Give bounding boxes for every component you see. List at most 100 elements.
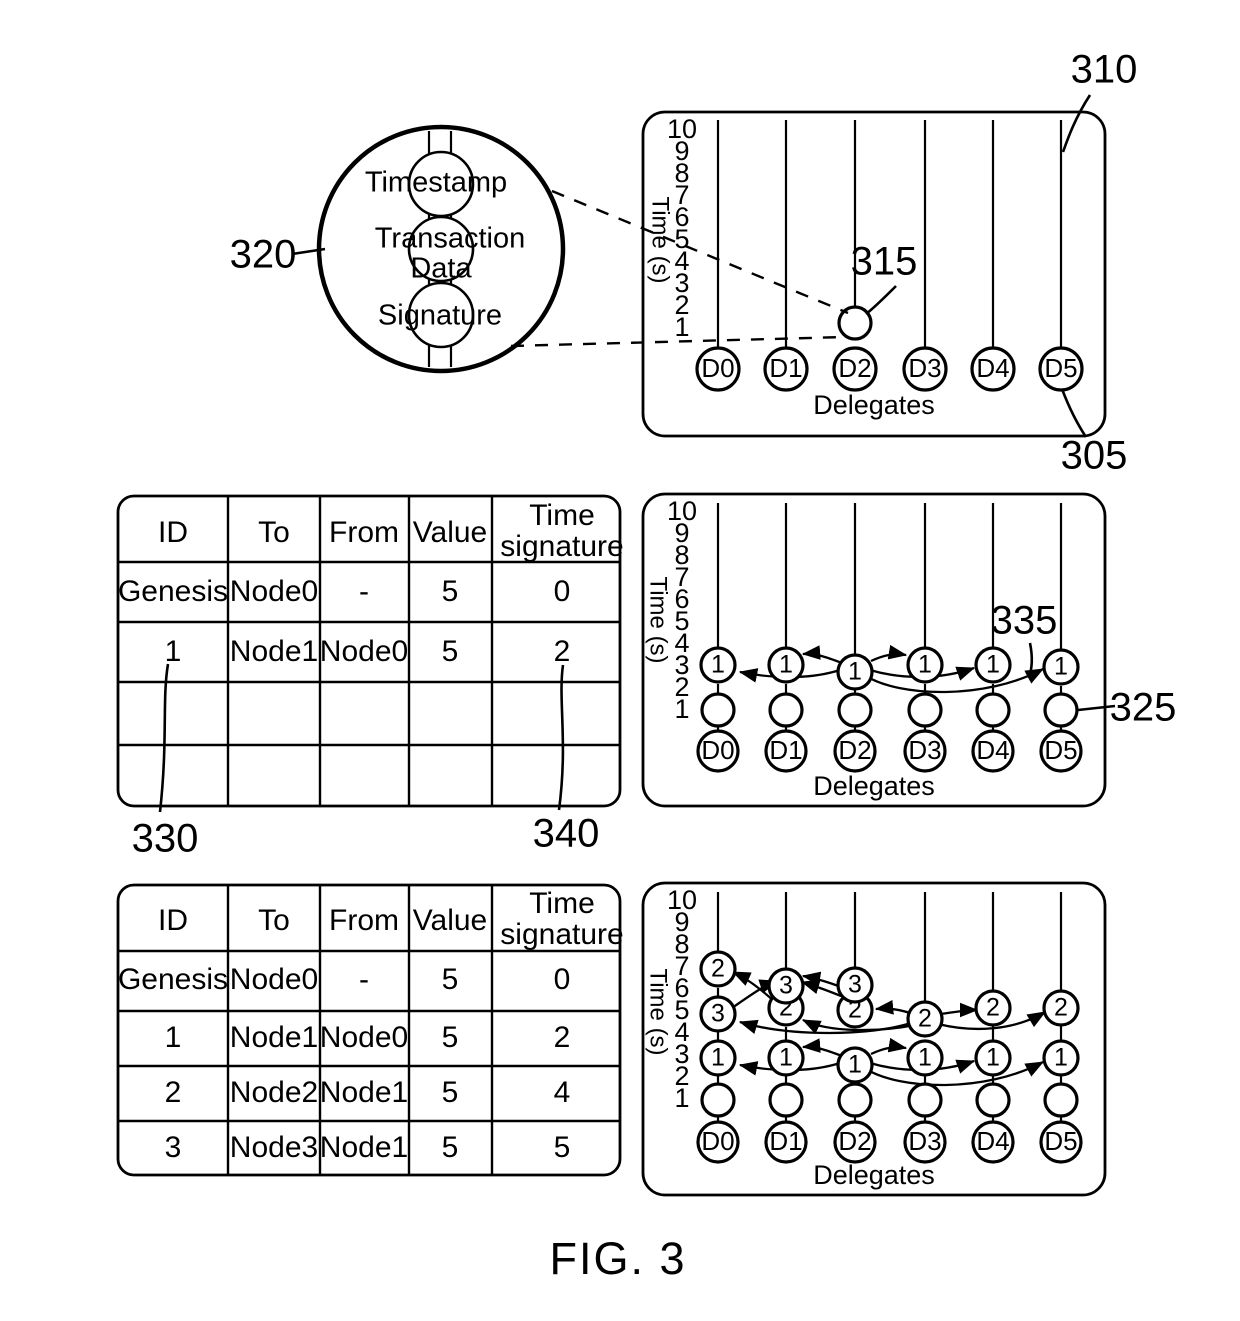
tick-1-b: 1 bbox=[674, 1083, 689, 1113]
delegate-label-d1-b: D1 bbox=[769, 1126, 802, 1156]
x-axis-label-top: Delegates bbox=[813, 390, 935, 420]
delegate-label-d0-m: D0 bbox=[701, 735, 734, 765]
ref-330: 330 bbox=[132, 817, 199, 861]
delegate-label-d4: D4 bbox=[976, 353, 1009, 383]
bubble-text-transaction: Transaction bbox=[375, 223, 525, 255]
node-label-d3-1-m: 1 bbox=[918, 651, 932, 679]
ref-325: 325 bbox=[1110, 686, 1177, 730]
table-b-header-id: ID bbox=[158, 904, 188, 937]
node-d1-empty-m[interactable] bbox=[768, 692, 804, 728]
table-330-r1c3: 5 bbox=[442, 635, 459, 668]
node-d3-empty-m[interactable] bbox=[907, 692, 943, 728]
table-b-r1c4: 2 bbox=[554, 1021, 571, 1054]
y-axis-label-m: Time (s) bbox=[645, 576, 672, 663]
node-label-d0-3-b: 3 bbox=[711, 1000, 725, 1028]
table-b-r1c3: 5 bbox=[442, 1021, 459, 1054]
bubble-text-timestamp: Timestamp bbox=[365, 167, 507, 199]
ref-335: 335 bbox=[991, 599, 1058, 643]
delegate-label-d3: D3 bbox=[908, 353, 941, 383]
x-axis-label-m: Delegates bbox=[813, 771, 935, 801]
node-d0-empty-m[interactable] bbox=[700, 692, 736, 728]
node-d1-empty-b[interactable] bbox=[768, 1082, 804, 1118]
table-330-r1c4: 2 bbox=[554, 635, 571, 668]
table-b-r2c2: Node1 bbox=[320, 1076, 408, 1109]
table-330-r0c1: Node0 bbox=[230, 575, 318, 608]
node-label-d4-1-b: 1 bbox=[986, 1044, 1000, 1072]
table-330-r1c2: Node0 bbox=[320, 635, 408, 668]
transaction-table-330: ID To From Value Time signature Genesis … bbox=[116, 494, 624, 861]
table-b-r2c4: 4 bbox=[554, 1076, 571, 1109]
table-b-r3c0: 3 bbox=[165, 1131, 182, 1164]
node-label-d0-1-m: 1 bbox=[711, 651, 725, 679]
delegate-label-d3-b: D3 bbox=[908, 1126, 941, 1156]
table-b-header-timesig-2: signature bbox=[500, 918, 623, 951]
node-label-d0-2-b: 2 bbox=[711, 955, 725, 983]
node-d3-empty-b[interactable] bbox=[907, 1082, 943, 1118]
node-label-d1-1-b: 1 bbox=[779, 1044, 793, 1072]
delegate-label-d2-m: D2 bbox=[838, 735, 871, 765]
node-d0-empty-b[interactable] bbox=[700, 1082, 736, 1118]
table-b-r2c3: 5 bbox=[442, 1076, 459, 1109]
ref-310: 310 bbox=[1071, 48, 1138, 92]
delegate-label-d1-m: D1 bbox=[769, 735, 802, 765]
table-b-r0c3: 5 bbox=[442, 963, 459, 996]
transaction-table-bottom: ID To From Value Time signature Genesis … bbox=[116, 883, 624, 1177]
panel-305: 10 9 8 7 6 5 4 3 2 1 Time (s) 315 D0 D1 bbox=[641, 48, 1138, 478]
node-d2-empty-m[interactable] bbox=[837, 692, 873, 728]
delegate-label-d5: D5 bbox=[1044, 353, 1077, 383]
delegate-label-d0: D0 bbox=[701, 353, 734, 383]
ref-340: 340 bbox=[533, 812, 600, 856]
node-d5-empty-b[interactable] bbox=[1043, 1082, 1079, 1118]
panel-bottom: 10 9 8 7 6 5 4 3 2 1 Time (s) 1 1 1 1 1 … bbox=[641, 881, 1107, 1197]
table-330-r0c4: 0 bbox=[554, 575, 571, 608]
delegate-label-d1: D1 bbox=[769, 353, 802, 383]
node-label-d5-1-m: 1 bbox=[1054, 653, 1068, 681]
node-label-d3-1-b: 1 bbox=[918, 1044, 932, 1072]
node-label-d0-1-b: 1 bbox=[711, 1044, 725, 1072]
node-label-d4-2-b: 2 bbox=[986, 994, 1000, 1022]
table-b-r2c1: Node2 bbox=[230, 1076, 318, 1109]
table-330-r0c0: Genesis bbox=[118, 575, 228, 608]
figure-root: 10 9 8 7 6 5 4 3 2 1 Time (s) 315 D0 D1 bbox=[0, 0, 1240, 1321]
node-d2-empty-b[interactable] bbox=[837, 1082, 873, 1118]
table-330-r1c0: 1 bbox=[165, 635, 182, 668]
delegate-label-d2: D2 bbox=[838, 353, 871, 383]
node-label-d5-2-b: 2 bbox=[1054, 994, 1068, 1022]
table-b-header-to: To bbox=[258, 904, 290, 937]
table-b-r3c2: Node1 bbox=[320, 1131, 408, 1164]
table-330-r1c1: Node1 bbox=[230, 635, 318, 668]
delegate-label-d3-m: D3 bbox=[908, 735, 941, 765]
table-b-r0c4: 0 bbox=[554, 963, 571, 996]
table-330-header-timesig-1: Time bbox=[529, 499, 595, 532]
table-330-header-id: ID bbox=[158, 516, 188, 549]
node-d4-empty-b[interactable] bbox=[975, 1082, 1011, 1118]
table-b-header-from: From bbox=[329, 904, 399, 937]
bubble-text-signature: Signature bbox=[378, 300, 502, 332]
table-330-r0c3: 5 bbox=[442, 575, 459, 608]
table-330-header-from: From bbox=[329, 516, 399, 549]
table-330-r0c2: - bbox=[359, 575, 369, 608]
table-b-header-timesig-1: Time bbox=[529, 887, 595, 920]
table-330-header-value: Value bbox=[413, 516, 488, 549]
table-330-header-to: To bbox=[258, 516, 290, 549]
ref-305: 305 bbox=[1061, 434, 1128, 478]
ref-315: 315 bbox=[851, 240, 918, 284]
node-d5-empty-m[interactable] bbox=[1043, 692, 1079, 728]
delegate-label-d5-b: D5 bbox=[1044, 1126, 1077, 1156]
figure-canvas: 10 9 8 7 6 5 4 3 2 1 Time (s) 315 D0 D1 bbox=[116, 48, 1177, 1284]
table-b-r3c3: 5 bbox=[442, 1131, 459, 1164]
bubble-text-data: Data bbox=[410, 253, 472, 285]
table-b-r0c0: Genesis bbox=[118, 963, 228, 996]
delegate-label-d4-m: D4 bbox=[976, 735, 1009, 765]
delegate-label-d4-b: D4 bbox=[976, 1126, 1009, 1156]
tick-1-m: 1 bbox=[674, 694, 689, 724]
figure-caption: FIG. 3 bbox=[549, 1233, 686, 1284]
table-b-header-value: Value bbox=[413, 904, 488, 937]
panel-325: 10 9 8 7 6 5 4 3 2 1 Time (s) 1 1 1 1 1 … bbox=[641, 492, 1177, 808]
node-d4-empty-m[interactable] bbox=[975, 692, 1011, 728]
tick-1: 1 bbox=[674, 312, 689, 342]
delegate-label-d2-b: D2 bbox=[838, 1126, 871, 1156]
node-label-d1-1-m: 1 bbox=[779, 651, 793, 679]
node-label-d2-3-b: 3 bbox=[848, 971, 862, 999]
table-330-header-timesig-2: signature bbox=[500, 530, 623, 563]
